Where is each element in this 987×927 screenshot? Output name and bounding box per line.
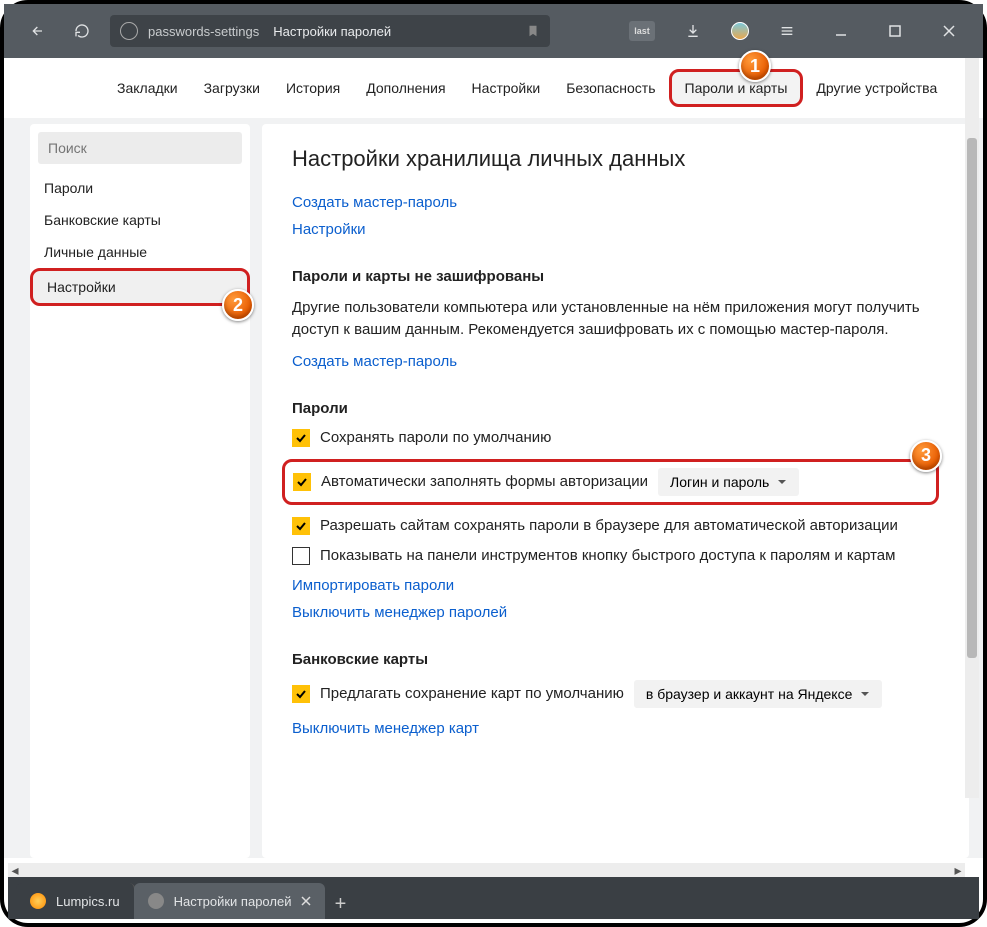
sidebar-item-settings[interactable]: Настройки: [30, 268, 250, 306]
sidebar-item-personal[interactable]: Личные данные: [30, 236, 250, 268]
favicon-icon: [30, 893, 46, 909]
extension-badge[interactable]: last: [629, 21, 655, 41]
dropdown-value: в браузер и аккаунт на Яндексе: [646, 686, 852, 702]
reload-button[interactable]: [66, 15, 98, 47]
favicon-icon: [148, 893, 164, 909]
checkbox-show-toolbar[interactable]: [292, 547, 310, 565]
site-icon: [120, 22, 138, 40]
checkbox-save-cards[interactable]: [292, 685, 310, 703]
checkbox-label: Автоматически заполнять формы авторизаци…: [321, 473, 648, 490]
link-create-master-password[interactable]: Создать мастер-пароль: [292, 194, 939, 211]
new-tab-button[interactable]: +: [325, 889, 355, 919]
option-save-cards: Предлагать сохранение карт по умолчанию …: [292, 680, 939, 708]
bookmark-icon[interactable]: [526, 24, 540, 38]
vertical-scrollbar[interactable]: [965, 58, 979, 798]
dropdown-value: Логин и пароль: [670, 474, 769, 490]
checkbox-autofill-forms[interactable]: [293, 473, 311, 491]
option-save-passwords: Сохранять пароли по умолчанию: [292, 429, 939, 447]
checkbox-allow-sites[interactable]: [292, 517, 310, 535]
chevron-down-icon: [777, 477, 787, 487]
section-unencrypted-description: Другие пользователи компьютера или устан…: [292, 297, 939, 341]
url-title: Настройки паролей: [273, 24, 391, 39]
chevron-down-icon: [860, 689, 870, 699]
nav-security[interactable]: Безопасность: [553, 72, 668, 104]
menu-button[interactable]: [771, 15, 803, 47]
callout-1: 1: [739, 50, 771, 82]
sidebar-item-passwords[interactable]: Пароли: [30, 172, 250, 204]
tab-settings-passwords[interactable]: Настройки паролей: [134, 883, 326, 919]
option-allow-sites-save: Разрешать сайтам сохранять пароли в брау…: [292, 517, 939, 535]
address-bar[interactable]: passwords-settings Настройки паролей: [110, 15, 550, 47]
tab-lumpics[interactable]: Lumpics.ru: [16, 883, 135, 919]
browser-toolbar: passwords-settings Настройки паролей las…: [4, 4, 983, 58]
section-passwords-heading: Пароли: [292, 400, 939, 417]
minimize-button[interactable]: [825, 15, 857, 47]
settings-top-nav: Закладки Загрузки История Дополнения Нас…: [4, 58, 983, 118]
page-title: Настройки хранилища личных данных: [292, 146, 939, 172]
maximize-button[interactable]: [879, 15, 911, 47]
tab-title: Lumpics.ru: [56, 894, 120, 909]
callout-2: 2: [222, 289, 254, 321]
close-window-button[interactable]: [933, 15, 965, 47]
nav-addons[interactable]: Дополнения: [353, 72, 458, 104]
nav-downloads[interactable]: Загрузки: [191, 72, 273, 104]
link-settings[interactable]: Настройки: [292, 221, 939, 238]
callout-3: 3: [910, 440, 942, 472]
toolbar-right: last: [629, 15, 965, 47]
checkbox-label: Сохранять пароли по умолчанию: [320, 429, 551, 446]
checkbox-save-passwords[interactable]: [292, 429, 310, 447]
checkbox-label: Разрешать сайтам сохранять пароли в брау…: [320, 517, 898, 534]
checkbox-label: Предлагать сохранение карт по умолчанию: [320, 685, 624, 702]
sidebar: Пароли Банковские карты Личные данные На…: [30, 124, 250, 858]
url-slug: passwords-settings: [148, 24, 259, 39]
checkbox-label: Показывать на панели инструментов кнопку…: [320, 547, 895, 564]
scroll-left-arrow[interactable]: ◂: [8, 863, 22, 877]
option-autofill-forms-row: Автоматически заполнять формы авторизаци…: [282, 459, 939, 505]
dropdown-cards-mode[interactable]: в браузер и аккаунт на Яндексе: [634, 680, 882, 708]
sidebar-item-cards[interactable]: Банковские карты: [30, 204, 250, 236]
section-unencrypted-heading: Пароли и карты не зашифрованы: [292, 268, 939, 285]
link-disable-card-manager[interactable]: Выключить менеджер карт: [292, 720, 939, 737]
weather-icon[interactable]: [731, 22, 749, 40]
nav-settings[interactable]: Настройки: [459, 72, 554, 104]
nav-other-devices[interactable]: Другие устройства: [803, 72, 950, 104]
tab-strip: Lumpics.ru Настройки паролей +: [8, 877, 979, 919]
nav-bookmarks[interactable]: Закладки: [104, 72, 191, 104]
nav-history[interactable]: История: [273, 72, 353, 104]
nav-passwords-cards[interactable]: Пароли и карты: [669, 69, 804, 107]
link-create-master-password-2[interactable]: Создать мастер-пароль: [292, 353, 939, 370]
link-disable-password-manager[interactable]: Выключить менеджер паролей: [292, 604, 939, 621]
link-import-passwords[interactable]: Импортировать пароли: [292, 577, 939, 594]
tab-title: Настройки паролей: [174, 894, 292, 909]
section-cards-heading: Банковские карты: [292, 651, 939, 668]
downloads-button[interactable]: [677, 15, 709, 47]
main-area: Пароли Банковские карты Личные данные На…: [4, 118, 983, 858]
dropdown-autofill-mode[interactable]: Логин и пароль: [658, 468, 799, 496]
horizontal-scrollbar[interactable]: ◂ ▸: [8, 863, 965, 877]
content-panel: Настройки хранилища личных данных Создат…: [262, 124, 969, 858]
sidebar-search: [38, 132, 242, 164]
search-input[interactable]: [38, 132, 242, 164]
scroll-thumb[interactable]: [967, 138, 977, 658]
close-tab-icon[interactable]: [301, 896, 311, 906]
scroll-right-arrow[interactable]: ▸: [951, 863, 965, 877]
back-button[interactable]: [22, 15, 54, 47]
option-show-toolbar-button: Показывать на панели инструментов кнопку…: [292, 547, 939, 565]
